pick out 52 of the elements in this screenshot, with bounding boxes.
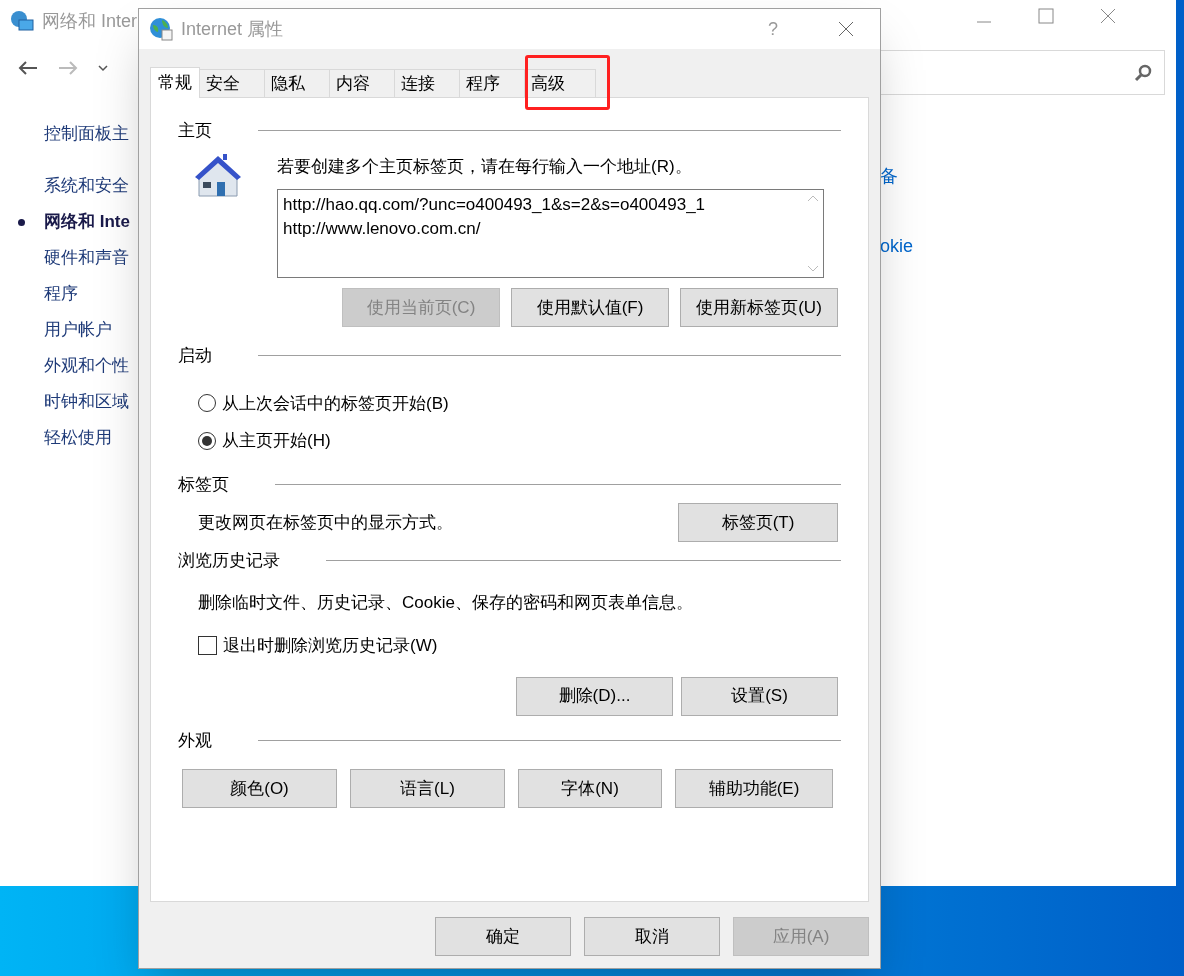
link[interactable]: 备	[880, 163, 898, 190]
radio-button[interactable]	[198, 394, 216, 413]
close-icon[interactable]	[1100, 8, 1116, 24]
network-icon	[10, 9, 34, 34]
sidebar-item[interactable]: 程序	[44, 281, 78, 307]
search-field[interactable]	[880, 50, 1165, 95]
dialog-button[interactable]: 标签页(T)	[678, 503, 838, 542]
sidebar-item[interactable]: 系统和安全	[44, 173, 129, 199]
description-text: 更改网页在标签页中的显示方式。	[198, 511, 453, 534]
window-title: 网络和 Inter	[42, 10, 138, 33]
checkbox-label[interactable]: 退出时删除浏览历史记录(W)	[223, 633, 438, 659]
radio-label[interactable]: 从主页开始(H)	[222, 428, 331, 454]
sidebar-item[interactable]: 时钟和区域	[44, 389, 129, 415]
forward-arrow-icon[interactable]	[58, 60, 78, 76]
description-text: 删除临时文件、历史记录、Cookie、保存的密码和网页表单信息。	[197, 591, 694, 614]
dialog-button[interactable]: 颜色(O)	[182, 769, 337, 808]
house-icon	[193, 153, 243, 200]
checkbox[interactable]	[198, 636, 217, 656]
dialog-button[interactable]: 辅助功能(E)	[675, 769, 833, 808]
homepage-text-area[interactable]: http://hao.qq.com/?unc=o400493_1&s=2&s=o400493_1 http://www.lenovo.com.cn/	[277, 189, 824, 278]
home-link[interactable]: 控制面板主	[44, 121, 129, 147]
dialog-button[interactable]: 字体(N)	[518, 769, 662, 808]
scroll-down-icon[interactable]	[807, 265, 819, 273]
back-arrow-icon[interactable]	[18, 60, 38, 76]
dialog-button[interactable]: 取消	[584, 917, 720, 956]
sidebar-item[interactable]: 用户帐户	[44, 317, 112, 343]
section-heading: 标签页	[178, 473, 229, 496]
instruction-text: 若要创建多个主页标签页，请在每行输入一个地址(R)。	[277, 155, 693, 178]
globe-icon	[149, 17, 173, 41]
sidebar-item[interactable]: 外观和个性	[44, 353, 129, 379]
tab[interactable]: 常规	[150, 67, 200, 98]
sidebar-item[interactable]: 轻松使用	[44, 425, 112, 451]
search-icon	[1134, 63, 1152, 82]
scroll-up-icon[interactable]	[807, 194, 819, 202]
dialog-button[interactable]: 使用新标签页(U)	[680, 288, 838, 327]
dialog-button[interactable]: 确定	[435, 917, 571, 956]
dialog-button[interactable]: 设置(S)	[681, 676, 838, 716]
close-icon[interactable]	[838, 21, 854, 37]
dialog-button[interactable]: 语言(L)	[350, 769, 505, 808]
dialog-title: Internet 属性	[181, 17, 285, 41]
dialog-button[interactable]: 删除(D)...	[516, 676, 673, 716]
dialog-button[interactable]: 使用默认值(F)	[511, 288, 669, 327]
radio-label[interactable]: 从上次会话中的标签页开始(B)	[222, 390, 449, 416]
sidebar-item[interactable]: 硬件和声音	[44, 245, 129, 271]
radio-button[interactable]	[198, 431, 216, 450]
chevron-down-icon[interactable]	[98, 64, 108, 72]
section-heading: 主页	[178, 120, 212, 142]
section-heading: 浏览历史记录	[178, 550, 280, 572]
section-heading: 外观	[178, 729, 212, 752]
section-heading: 启动	[178, 345, 212, 367]
link[interactable]: okie	[880, 233, 914, 260]
sidebar-item[interactable]: 网络和 Inte	[44, 209, 130, 235]
